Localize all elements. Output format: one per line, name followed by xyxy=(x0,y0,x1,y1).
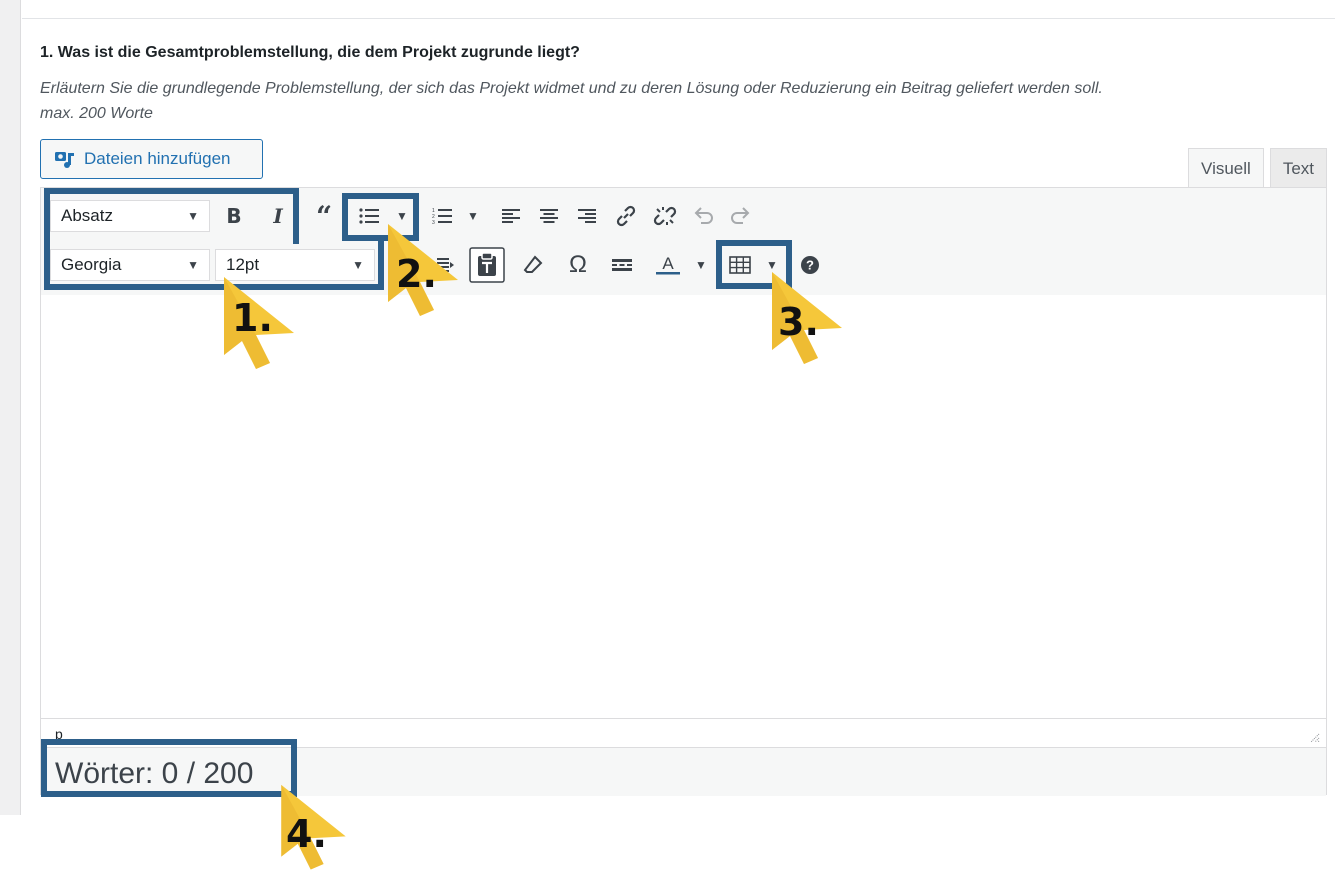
divider xyxy=(22,18,1335,19)
word-counter: Wörter: 0 / 200 xyxy=(55,757,254,790)
font-family-value: Georgia xyxy=(61,255,122,274)
table-button[interactable] xyxy=(725,249,755,281)
omega-icon: Ω xyxy=(569,251,587,278)
italic-button[interactable]: I xyxy=(263,200,293,232)
resize-handle-icon[interactable] xyxy=(1310,733,1320,743)
annotation-number-2: 2. xyxy=(396,252,437,296)
horizontal-line-icon xyxy=(612,259,632,271)
chevron-down-icon: ▼ xyxy=(187,258,199,272)
chevron-down-icon: ▼ xyxy=(396,209,408,223)
font-family-select[interactable]: Georgia ▼ xyxy=(50,249,210,281)
align-right-button[interactable] xyxy=(572,200,602,232)
editor-tabs: Visuell Text xyxy=(1188,148,1327,188)
chevron-down-icon: ▼ xyxy=(352,258,364,272)
annotation-number-4: 4. xyxy=(286,812,327,856)
left-rail xyxy=(0,0,21,815)
add-media-label: Dateien hinzufügen xyxy=(84,149,231,168)
align-right-icon xyxy=(578,209,596,223)
eraser-icon xyxy=(523,255,543,273)
tab-text[interactable]: Text xyxy=(1269,148,1327,188)
bold-button[interactable]: B xyxy=(219,200,249,232)
insert-link-button[interactable] xyxy=(611,200,641,232)
clear-formatting-button[interactable] xyxy=(518,249,548,281)
editor-statusbar: p xyxy=(41,718,1326,747)
link-icon xyxy=(616,205,636,227)
format-select-value: Absatz xyxy=(61,206,113,225)
description-line-1: Erläutern Sie die grundlegende Problemst… xyxy=(40,80,1103,97)
add-media-icon xyxy=(55,152,74,168)
word-counter-area: Wörter: 0 / 200 xyxy=(41,747,1326,796)
question-description: Erläutern Sie die grundlegende Problemst… xyxy=(40,76,1103,126)
redo-button[interactable] xyxy=(725,200,755,232)
remove-link-button[interactable] xyxy=(650,200,680,232)
align-left-icon xyxy=(502,209,520,223)
unlink-icon xyxy=(653,206,677,226)
table-icon xyxy=(729,256,751,274)
chevron-down-icon: ▼ xyxy=(187,209,199,223)
horizontal-line-button[interactable] xyxy=(607,249,637,281)
blockquote-icon: “ xyxy=(315,199,333,233)
question-title: 1. Was ist die Gesamtproblemstellung, di… xyxy=(40,44,580,61)
undo-icon xyxy=(694,207,713,224)
text-color-button[interactable]: A xyxy=(653,249,683,281)
font-size-value: 12pt xyxy=(226,255,260,274)
chevron-down-icon: ▼ xyxy=(467,209,479,223)
description-line-2: max. 200 Worte xyxy=(40,105,153,122)
paste-as-text-button[interactable] xyxy=(469,247,505,283)
chevron-down-icon: ▼ xyxy=(695,258,707,272)
svg-text:A: A xyxy=(662,254,674,273)
bullet-list-icon xyxy=(359,208,379,224)
align-left-button[interactable] xyxy=(496,200,526,232)
add-media-button[interactable]: Dateien hinzufügen xyxy=(40,139,263,179)
align-center-button[interactable] xyxy=(534,200,564,232)
special-character-button[interactable]: Ω xyxy=(563,249,593,281)
align-center-icon xyxy=(540,209,558,223)
annotation-number-1: 1. xyxy=(232,296,273,340)
text-color-dropdown[interactable]: ▼ xyxy=(693,249,709,281)
paste-text-icon xyxy=(469,247,505,283)
bullet-list-button[interactable] xyxy=(354,200,384,232)
bold-icon: B xyxy=(226,204,242,228)
blockquote-button[interactable]: “ xyxy=(309,199,339,233)
undo-button[interactable] xyxy=(689,200,719,232)
format-select[interactable]: Absatz ▼ xyxy=(50,200,210,232)
text-color-icon: A xyxy=(656,254,680,275)
tab-visual[interactable]: Visuell xyxy=(1188,148,1264,188)
annotation-number-3: 3. xyxy=(778,300,819,344)
element-path[interactable]: p xyxy=(55,726,63,742)
redo-icon xyxy=(731,207,750,224)
italic-icon: I xyxy=(273,204,283,228)
